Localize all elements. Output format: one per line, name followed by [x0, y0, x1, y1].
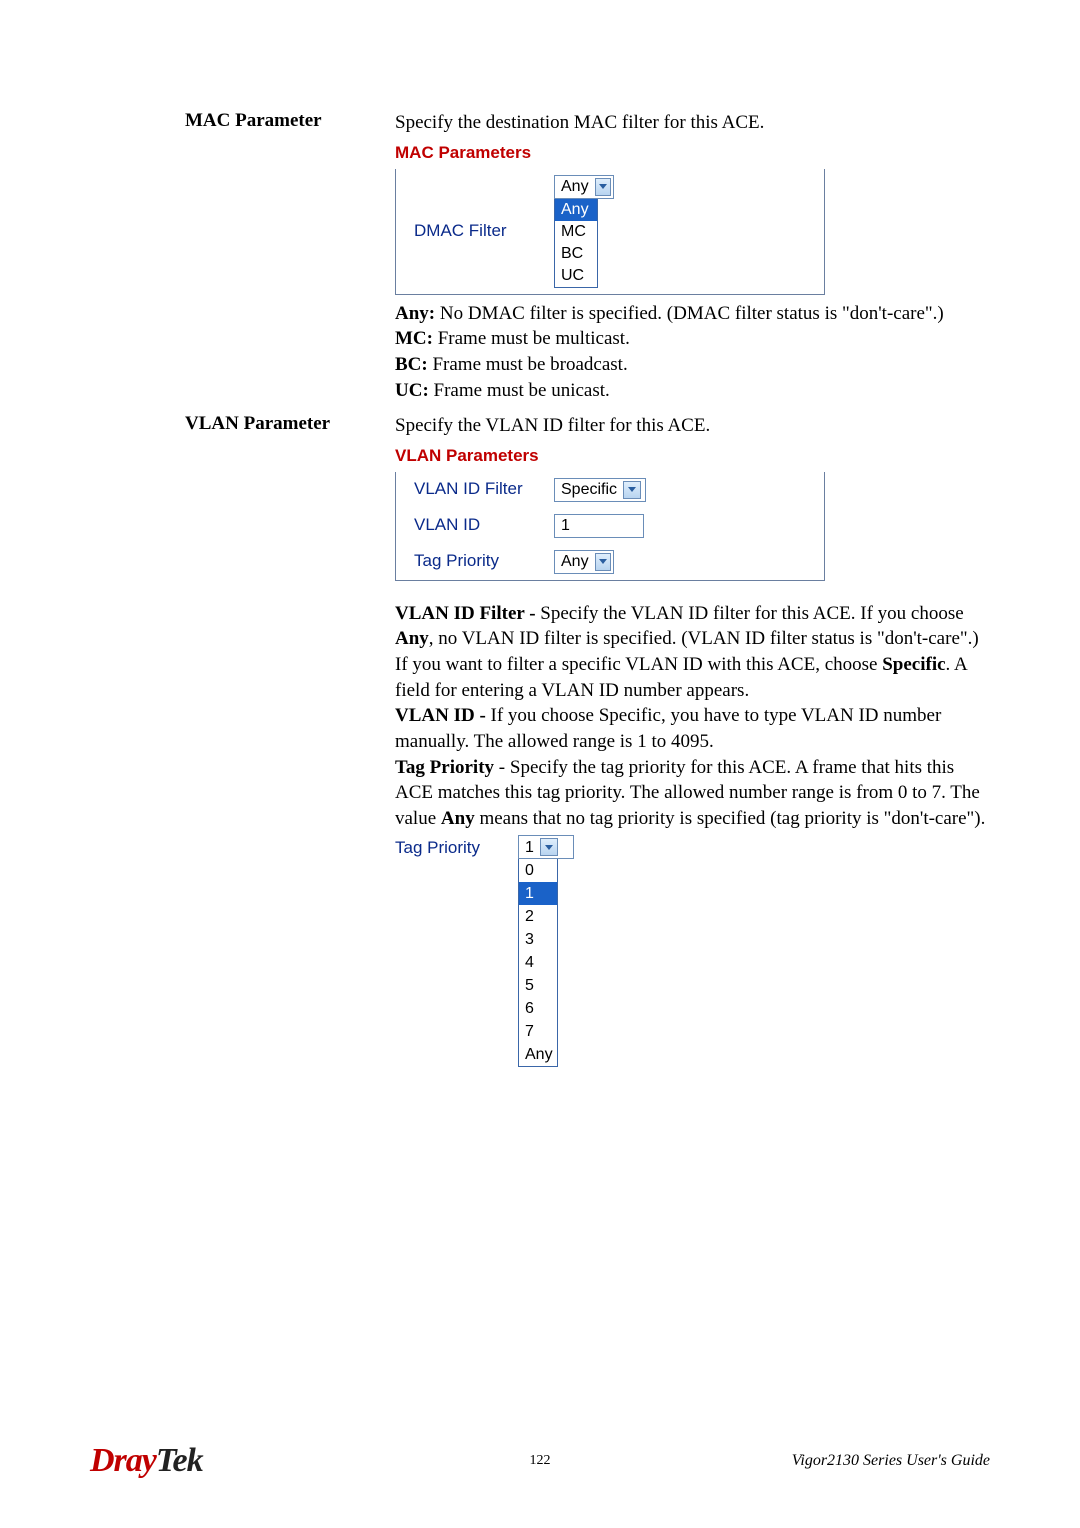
- chevron-down-icon: [623, 481, 641, 499]
- dmac-filter-label: DMAC Filter: [414, 220, 554, 243]
- dmac-filter-value: Any: [561, 176, 589, 198]
- tag-option-2[interactable]: 2: [519, 905, 557, 928]
- tag-option-4[interactable]: 4: [519, 951, 557, 974]
- vlan-id-filter-value: Specific: [561, 479, 617, 501]
- tag-priority-value-2: 1: [525, 837, 534, 859]
- tag-option-1[interactable]: 1: [519, 882, 557, 905]
- vlan-id-filter-select[interactable]: Specific: [554, 478, 646, 502]
- mac-intro-text: Specify the destination MAC filter for t…: [395, 110, 990, 136]
- tag-option-5[interactable]: 5: [519, 974, 557, 997]
- guide-title: Vigor2130 Series User's Guide: [792, 1452, 990, 1470]
- vlan-id-label: VLAN ID: [414, 514, 554, 537]
- tag-priority-select[interactable]: Any: [554, 550, 614, 574]
- dmac-option-uc[interactable]: UC: [555, 265, 597, 287]
- tag-priority-label-2: Tag Priority: [395, 835, 518, 860]
- mac-parameters-panel: DMAC Filter Any Any MC BC UC: [395, 169, 825, 295]
- vlan-id-filter-label: VLAN ID Filter: [414, 478, 554, 501]
- chevron-down-icon: [595, 178, 611, 196]
- mac-parameters-title: MAC Parameters: [395, 142, 990, 165]
- tag-priority-select-2[interactable]: 1: [518, 835, 574, 859]
- page-number: 122: [530, 1453, 551, 1469]
- tag-option-0[interactable]: 0: [519, 859, 557, 882]
- vlan-parameter-heading: VLAN Parameter: [185, 413, 395, 435]
- tag-priority-label: Tag Priority: [414, 550, 554, 573]
- dmac-option-mc[interactable]: MC: [555, 221, 597, 243]
- dmac-description: Any: No DMAC filter is specified. (DMAC …: [395, 301, 990, 404]
- vlan-intro-text: Specify the VLAN ID filter for this ACE.: [395, 413, 990, 439]
- dmac-option-any[interactable]: Any: [555, 199, 597, 221]
- chevron-down-icon: [540, 838, 558, 856]
- vlan-id-value: 1: [561, 515, 570, 537]
- chevron-down-icon: [595, 553, 611, 571]
- dmac-filter-select[interactable]: Any: [554, 175, 614, 199]
- vlan-parameters-title: VLAN Parameters: [395, 445, 990, 468]
- mac-parameter-heading: MAC Parameter: [185, 110, 395, 132]
- dmac-option-bc[interactable]: BC: [555, 243, 597, 265]
- vlan-id-input[interactable]: 1: [554, 514, 644, 538]
- tag-priority-value: Any: [561, 551, 589, 573]
- vlan-parameters-panel: VLAN ID Filter Specific VLAN ID 1 Tag Pr…: [395, 472, 825, 581]
- draytek-logo: DrayTek: [90, 1442, 203, 1480]
- dmac-filter-dropdown[interactable]: Any MC BC UC: [554, 199, 598, 288]
- vlan-description: VLAN ID Filter - Specify the VLAN ID fil…: [395, 601, 990, 832]
- tag-option-6[interactable]: 6: [519, 997, 557, 1020]
- tag-option-7[interactable]: 7: [519, 1020, 557, 1043]
- tag-option-3[interactable]: 3: [519, 928, 557, 951]
- tag-priority-dropdown[interactable]: 0 1 2 3 4 5 6 7 Any: [518, 859, 558, 1067]
- tag-option-any[interactable]: Any: [519, 1043, 557, 1066]
